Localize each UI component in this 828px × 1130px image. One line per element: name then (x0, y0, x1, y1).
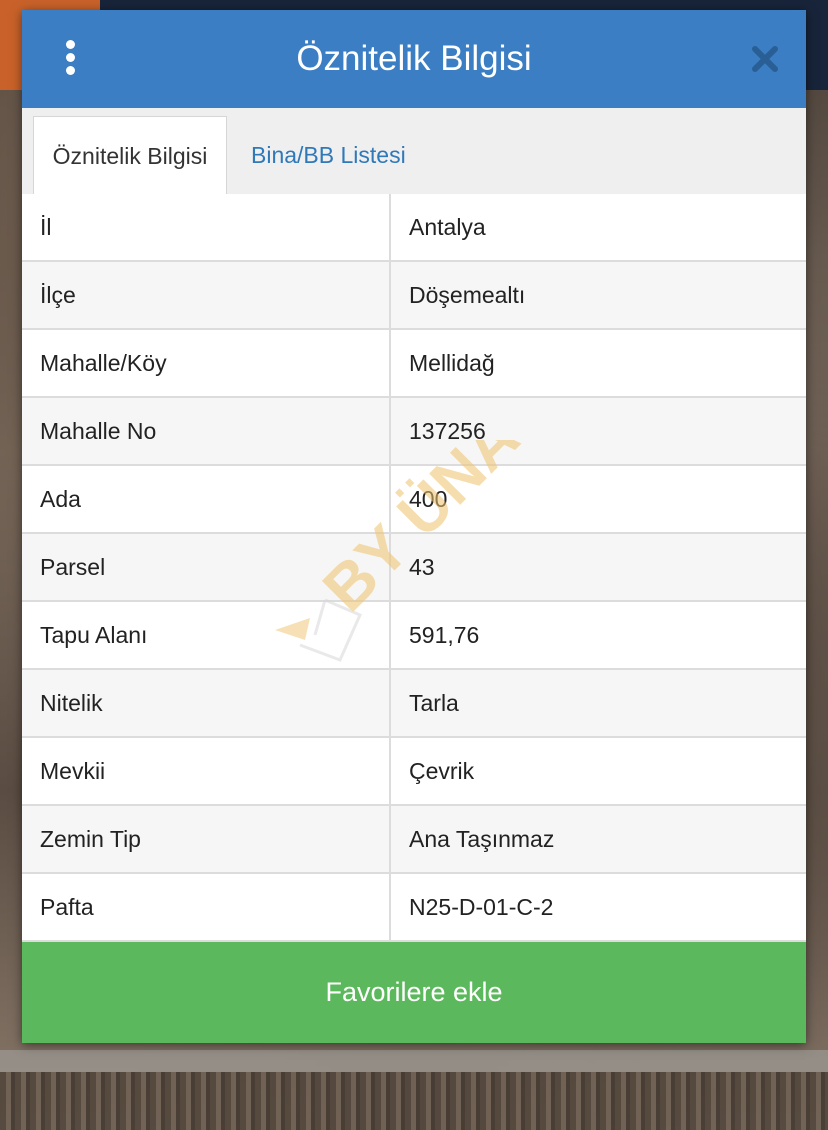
attribute-key: Ada (22, 466, 391, 532)
dialog-title: Öznitelik Bilgisi (296, 39, 532, 78)
tab-attribute-info[interactable]: Öznitelik Bilgisi (33, 116, 227, 194)
close-icon[interactable] (750, 44, 780, 74)
attribute-key: Pafta (22, 874, 391, 940)
table-row: Parsel 43 (22, 534, 806, 602)
attribute-key: Parsel (22, 534, 391, 600)
attribute-key: İl (22, 194, 391, 260)
attribute-key: Mevkii (22, 738, 391, 804)
attribute-key: Mahalle No (22, 398, 391, 464)
attribute-value: Döşemealtı (409, 282, 526, 308)
dialog-header: Öznitelik Bilgisi (22, 10, 806, 108)
attribute-value: Tarla (409, 690, 459, 716)
table-row: Mahalle/Köy Mellidağ (22, 330, 806, 398)
attribute-key: Nitelik (22, 670, 391, 736)
map-road (0, 1050, 828, 1072)
table-row: Mevkii Çevrik (22, 738, 806, 806)
attribute-table: İl Antalya İlçe Döşemealtı Mahalle/Köy M… (22, 194, 806, 942)
table-row: İlçe Döşemealtı (22, 262, 806, 330)
table-row: Nitelik Tarla (22, 670, 806, 738)
attribute-value: Ana Taşınmaz (409, 826, 555, 852)
attribute-key: Zemin Tip (22, 806, 391, 872)
attribute-info-dialog: Öznitelik Bilgisi Öznitelik Bilgisi Bina… (22, 10, 806, 1043)
table-row: Tapu Alanı 591,76 (22, 602, 806, 670)
table-row: Pafta N25-D-01-C-2 (22, 874, 806, 942)
attribute-value: 137256 (409, 418, 486, 444)
attribute-value: Çevrik (409, 758, 475, 784)
table-row: Zemin Tip Ana Taşınmaz (22, 806, 806, 874)
attribute-key: İlçe (22, 262, 391, 328)
tab-bar: Öznitelik Bilgisi Bina/BB Listesi (22, 108, 806, 197)
attribute-key: Tapu Alanı (22, 602, 391, 668)
table-row: Mahalle No 137256 (22, 398, 806, 466)
attribute-value: 400 (409, 486, 448, 512)
attribute-value: 43 (409, 554, 435, 580)
attribute-value: Antalya (409, 214, 486, 240)
table-row: Ada 400 (22, 466, 806, 534)
attribute-value: N25-D-01-C-2 (409, 894, 554, 920)
attribute-value: Mellidağ (409, 350, 495, 376)
kebab-menu-icon[interactable] (62, 40, 78, 80)
table-row: İl Antalya (22, 194, 806, 262)
tab-building-list[interactable]: Bina/BB Listesi (251, 116, 406, 194)
attribute-value: 591,76 (409, 622, 480, 648)
attribute-key: Mahalle/Köy (22, 330, 391, 396)
add-to-favorites-button[interactable]: Favorilere ekle (22, 942, 806, 1043)
map-terrain (0, 1072, 828, 1130)
